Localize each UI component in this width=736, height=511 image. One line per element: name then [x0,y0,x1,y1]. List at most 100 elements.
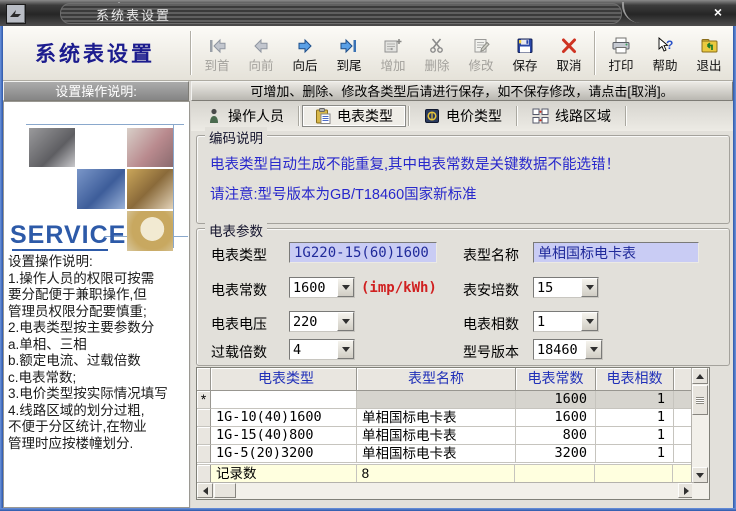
tab-line-regions[interactable]: 线路区域 [520,105,623,127]
cell-phase[interactable]: 1 [596,391,674,409]
grid-row-new[interactable]: * 1600 1 [197,391,709,409]
scroll-up-button[interactable] [692,368,708,384]
cell-phase[interactable]: 1 [596,409,674,427]
tab-meter-types[interactable]: 电表类型 [302,105,406,127]
grid-row[interactable]: 1G-10(40)1600 单相国标电卡表 1600 1 [197,409,709,427]
cell-phase[interactable]: 1 [596,445,674,463]
tab-separator [625,106,627,126]
toolbar-button-cancel[interactable]: 取消 [547,26,591,80]
footer-cell [595,465,674,483]
params-groupbox: 电表参数 电表类型 表型名称 电表常数 1600 (imp/kWh) 表安培数 … [196,220,730,366]
tab-operators[interactable]: 操作人员 [195,105,296,127]
voltage-combobox[interactable]: 220 [289,311,355,332]
voltage-dropdown-button[interactable] [337,312,354,331]
cell-name[interactable]: 单相国标电卡表 [357,445,516,463]
grid-header-constant[interactable]: 电表常数 [516,368,596,391]
close-button[interactable]: × [708,4,728,21]
grid-header-name[interactable]: 表型名称 [357,368,516,391]
ampere-dropdown-button[interactable] [581,278,598,297]
grid-header-phase[interactable]: 电表相数 [596,368,674,391]
photo-files [127,128,173,167]
tab-label: 电表类型 [337,108,393,124]
model-name-input[interactable] [533,242,699,263]
collage-line [26,124,184,125]
tab-separator [408,106,410,126]
row-marker [197,445,211,463]
photo-tools [29,128,75,167]
overload-combobox[interactable]: 4 [289,339,355,360]
meter-types-grid: 电表类型 表型名称 电表常数 电表相数 * 1600 1 1G-10(40)16… [196,367,710,500]
titlebar[interactable]: 系统表设置 × [0,0,736,26]
service-underline [12,249,108,251]
toolbar-separator [594,31,596,75]
grid-footer-row: 记录数 8 [197,464,693,483]
cell-type[interactable] [211,391,357,409]
record-count-label: 记录数 [210,465,357,483]
cell-phase[interactable]: 1 [596,427,674,445]
cancel-x-icon [562,38,576,53]
ampere-combobox[interactable]: 15 [533,277,599,298]
overload-label: 过载倍数 [211,344,267,360]
next-record-icon [298,38,312,54]
cell-type[interactable]: 1G-5(20)3200 [211,445,357,463]
tab-separator [298,106,300,126]
vertical-scrollbar[interactable] [691,368,709,483]
cell-constant[interactable]: 3200 [516,445,596,463]
cell-type[interactable]: 1G-10(40)1600 [211,409,357,427]
grid-header-row: 电表类型 表型名称 电表常数 电表相数 [197,368,709,391]
cell-name[interactable]: 单相国标电卡表 [357,409,516,427]
cell-constant[interactable]: 1600 [516,391,596,409]
app-window: 系统表设置 × 系统表设置 到首 向前 向后 到尾 增加 删除 修改 保存 取消… [0,0,736,511]
encoding-note-1: 电表类型自动生成不能重复,其中电表常数是关键数据不能选错！ [210,157,621,173]
grid-header-type[interactable]: 电表类型 [211,368,357,391]
version-combobox[interactable]: 18460 [533,339,603,360]
toolbar-button-prev[interactable]: 向前 [239,26,283,80]
toolbar-button-exit[interactable]: 退出 [687,26,731,80]
tab-price-types[interactable]: 电价类型 [412,105,514,127]
cell-constant[interactable]: 800 [516,427,596,445]
scroll-left-button[interactable] [197,483,213,498]
chevron-down-icon [589,347,598,352]
version-dropdown-button[interactable] [585,340,602,359]
clipboard-icon [316,108,331,124]
cell-name[interactable]: 单相国标电卡表 [357,427,516,445]
toolbar-button-first[interactable]: 到首 [195,26,239,80]
meter-type-input[interactable] [289,242,437,263]
toolbar-button-help[interactable]: ? 帮助 [643,26,687,80]
toolbar-separator [190,31,192,75]
scroll-down-button[interactable] [692,467,708,483]
grid-row[interactable]: 1G-15(40)800 单相国标电卡表 800 1 [197,427,709,445]
cell-name[interactable] [357,391,516,409]
meter-type-label: 电表类型 [211,247,267,263]
phase-combobox[interactable]: 1 [533,311,599,332]
phase-dropdown-button[interactable] [581,312,598,331]
row-marker [197,409,211,427]
overload-dropdown-button[interactable] [337,340,354,359]
cell-constant[interactable]: 1600 [516,409,596,427]
photo-pen [77,128,125,167]
first-record-icon [210,38,226,54]
toolbar-button-edit[interactable]: 修改 [459,26,503,80]
horizontal-scrollbar-thumb[interactable] [214,483,236,498]
cell-type[interactable]: 1G-15(40)800 [211,427,357,445]
horizontal-scrollbar[interactable] [197,482,694,499]
toolbar-button-print[interactable]: 打印 [599,26,643,80]
vertical-scrollbar-thumb[interactable] [692,385,708,415]
encoding-group-title: 编码说明 [205,127,267,147]
phase-label: 电表相数 [463,316,519,332]
toolbar-button-last[interactable]: 到尾 [327,26,371,80]
page-title: 系统表设置 [35,43,155,66]
sidebar-header-bar: 设置操作说明: [3,81,189,101]
window-title: 系统表设置 [96,8,172,23]
version-label: 型号版本 [463,344,519,360]
toolbar-button-add[interactable]: 增加 [371,26,415,80]
encoding-groupbox: 编码说明 电表类型自动生成不能重复,其中电表常数是关键数据不能选错！ 请注意:型… [196,127,730,224]
toolbar-button-delete[interactable]: 删除 [415,26,459,80]
toolbar-button-next[interactable]: 向后 [283,26,327,80]
window-frame-left [0,26,3,511]
constant-dropdown-button[interactable] [337,278,354,297]
constant-combobox[interactable]: 1600 [289,277,355,298]
grid-row[interactable]: 1G-5(20)3200 单相国标电卡表 3200 1 [197,445,709,463]
arrow-left-icon [202,486,208,495]
toolbar-button-save[interactable]: 保存 [503,26,547,80]
